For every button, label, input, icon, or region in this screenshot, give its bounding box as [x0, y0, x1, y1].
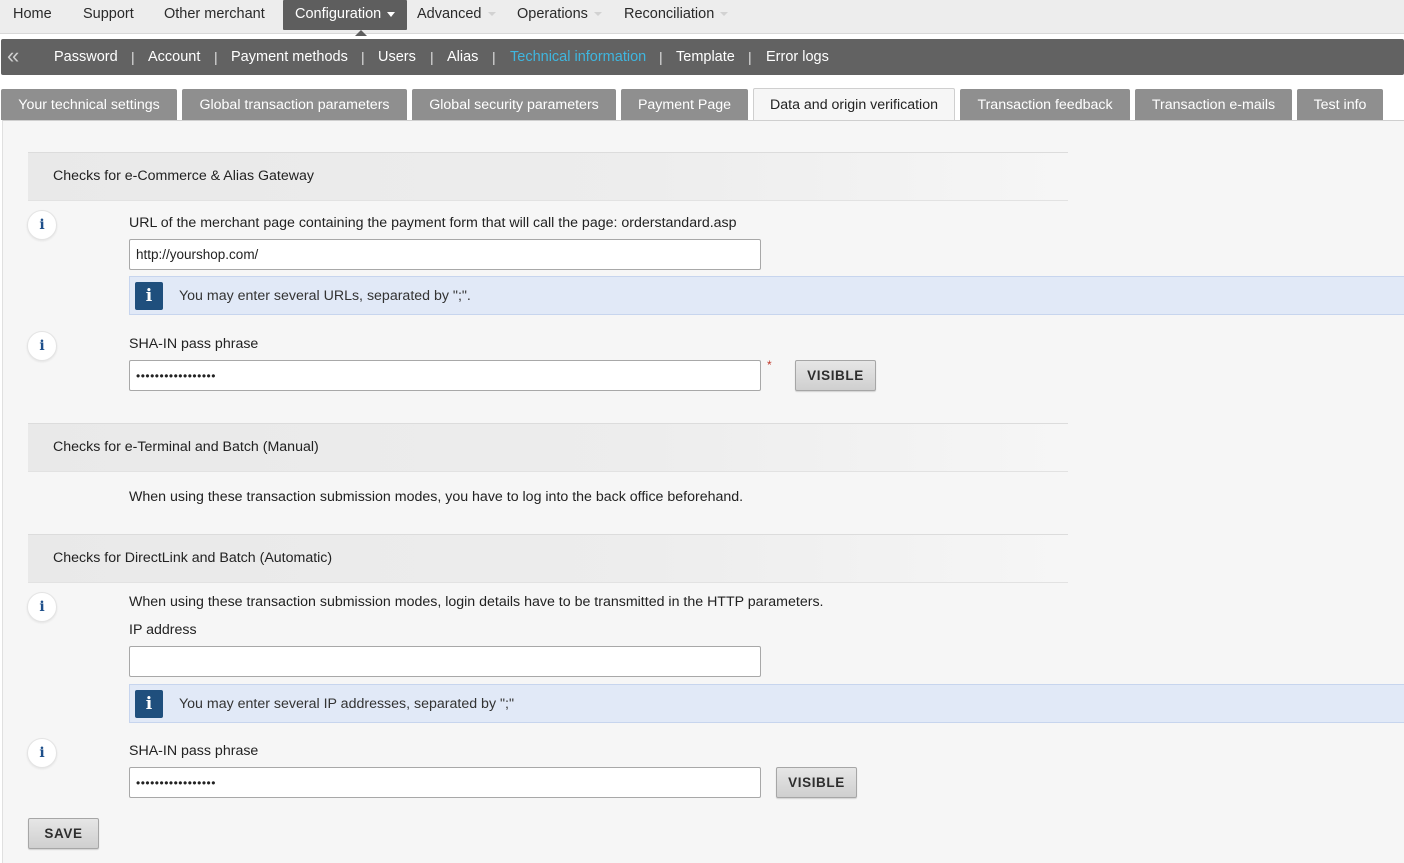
tab-your-technical-settings[interactable]: Your technical settings [1, 89, 177, 120]
subnav-account[interactable]: Account [148, 39, 200, 75]
subnav-separator: | [361, 49, 365, 65]
subnav-technical-information[interactable]: Technical information [510, 39, 646, 75]
settings-tabs: Your technical settings Global transacti… [0, 88, 1404, 121]
section-header-eterminal: Checks for e-Terminal and Batch (Manual) [28, 423, 1068, 472]
url-field-label: URL of the merchant page containing the … [129, 215, 737, 231]
merchant-url-input[interactable] [129, 239, 761, 270]
url-hint-box: i You may enter several URLs, separated … [129, 276, 1404, 315]
tab-global-transaction-parameters[interactable]: Global transaction parameters [182, 89, 407, 120]
subnav-password[interactable]: Password [54, 39, 118, 75]
sha-in-passphrase-input[interactable] [129, 360, 761, 391]
tab-test-info[interactable]: Test info [1297, 89, 1383, 120]
tab-data-and-origin-verification[interactable]: Data and origin verification [753, 88, 955, 121]
sub-navigation: « Password | Account | Payment methods |… [1, 39, 1404, 75]
section-title: Checks for e-Commerce & Alias Gateway [53, 168, 314, 184]
info-icon[interactable]: i [27, 210, 57, 240]
visible-button-directlink[interactable]: VISIBLE [776, 767, 857, 798]
chevron-down-icon [387, 11, 396, 17]
subnav-separator: | [659, 49, 663, 65]
menu-operations-label: Operations [517, 6, 588, 22]
tab-transaction-feedback[interactable]: Transaction feedback [960, 89, 1130, 120]
subnav-alias[interactable]: Alias [447, 39, 478, 75]
visible-button[interactable]: VISIBLE [795, 360, 876, 391]
menu-advanced[interactable]: Advanced [417, 0, 496, 30]
sha-in-label: SHA-IN pass phrase [129, 336, 259, 352]
menu-advanced-label: Advanced [417, 6, 482, 22]
top-menu-bar: Home Support Other merchant Configuratio… [0, 0, 1404, 36]
chevron-down-icon [720, 12, 729, 17]
ip-hint-text: You may enter several IP addresses, sepa… [179, 696, 514, 712]
chevron-down-icon [487, 12, 496, 17]
subnav-separator: | [748, 49, 752, 65]
eterminal-description: When using these transaction submission … [129, 489, 744, 505]
info-square-icon: i [135, 690, 163, 718]
chevron-down-icon [593, 12, 602, 17]
subnav-error-logs[interactable]: Error logs [766, 39, 829, 75]
section-title: Checks for e-Terminal and Batch (Manual) [53, 439, 319, 455]
required-asterisk: * [767, 358, 772, 372]
ip-hint-box: i You may enter several IP addresses, se… [129, 684, 1404, 723]
subnav-separator: | [430, 49, 434, 65]
subnav-separator: | [492, 49, 496, 65]
menu-operations[interactable]: Operations [517, 0, 602, 30]
url-hint-text: You may enter several URLs, separated by… [179, 288, 471, 304]
menu-support[interactable]: Support [83, 0, 134, 30]
ip-address-input[interactable] [129, 646, 761, 677]
directlink-description: When using these transaction submission … [129, 594, 824, 610]
subnav-separator: | [214, 49, 218, 65]
collapse-back-icon[interactable]: « [7, 44, 27, 68]
info-icon[interactable]: i [27, 592, 57, 622]
subnav-template[interactable]: Template [676, 39, 735, 75]
subnav-payment-methods[interactable]: Payment methods [231, 39, 348, 75]
menu-configuration[interactable]: Configuration [283, 0, 408, 36]
tab-payment-page[interactable]: Payment Page [621, 89, 748, 120]
section-header-ecommerce: Checks for e-Commerce & Alias Gateway [28, 152, 1068, 201]
tab-transaction-emails[interactable]: Transaction e-mails [1135, 89, 1292, 120]
save-button[interactable]: SAVE [28, 818, 99, 849]
menu-configuration-label: Configuration [295, 6, 382, 22]
menu-home[interactable]: Home [13, 0, 52, 30]
info-icon[interactable]: i [27, 738, 57, 768]
menu-other-merchant[interactable]: Other merchant [164, 0, 265, 30]
sha-in-passphrase-directlink-input[interactable] [129, 767, 761, 798]
subnav-separator: | [131, 49, 135, 65]
active-menu-pointer [355, 30, 368, 36]
section-header-directlink: Checks for DirectLink and Batch (Automat… [28, 534, 1068, 583]
subnav-users[interactable]: Users [378, 39, 416, 75]
menu-reconciliation[interactable]: Reconciliation [624, 0, 729, 30]
info-icon[interactable]: i [27, 331, 57, 361]
menu-reconciliation-label: Reconciliation [624, 6, 715, 22]
tab-content-panel: Checks for e-Commerce & Alias Gateway i … [2, 120, 1404, 863]
tab-global-security-parameters[interactable]: Global security parameters [412, 89, 616, 120]
sha-in-label-directlink: SHA-IN pass phrase [129, 743, 259, 759]
section-title: Checks for DirectLink and Batch (Automat… [53, 550, 333, 566]
info-square-icon: i [135, 282, 163, 310]
ip-address-label: IP address [129, 622, 197, 638]
